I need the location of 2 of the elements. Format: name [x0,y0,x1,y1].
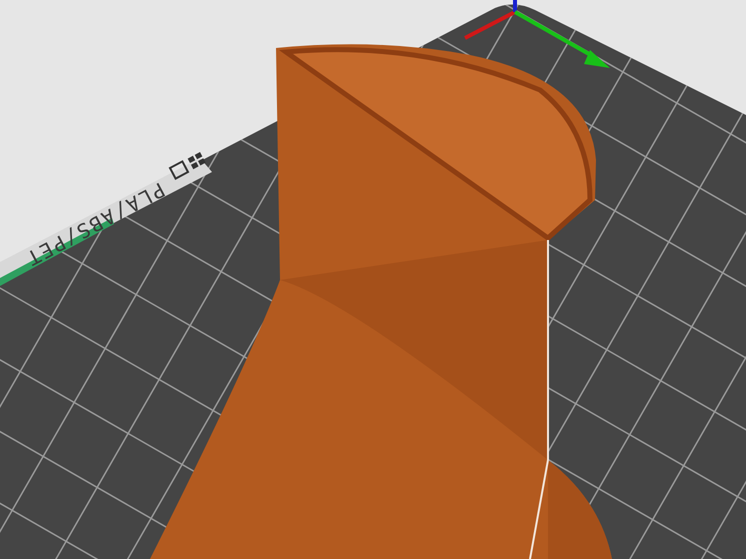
bed-logo-icon [168,152,206,180]
axes-gizmo-icon [464,0,610,68]
